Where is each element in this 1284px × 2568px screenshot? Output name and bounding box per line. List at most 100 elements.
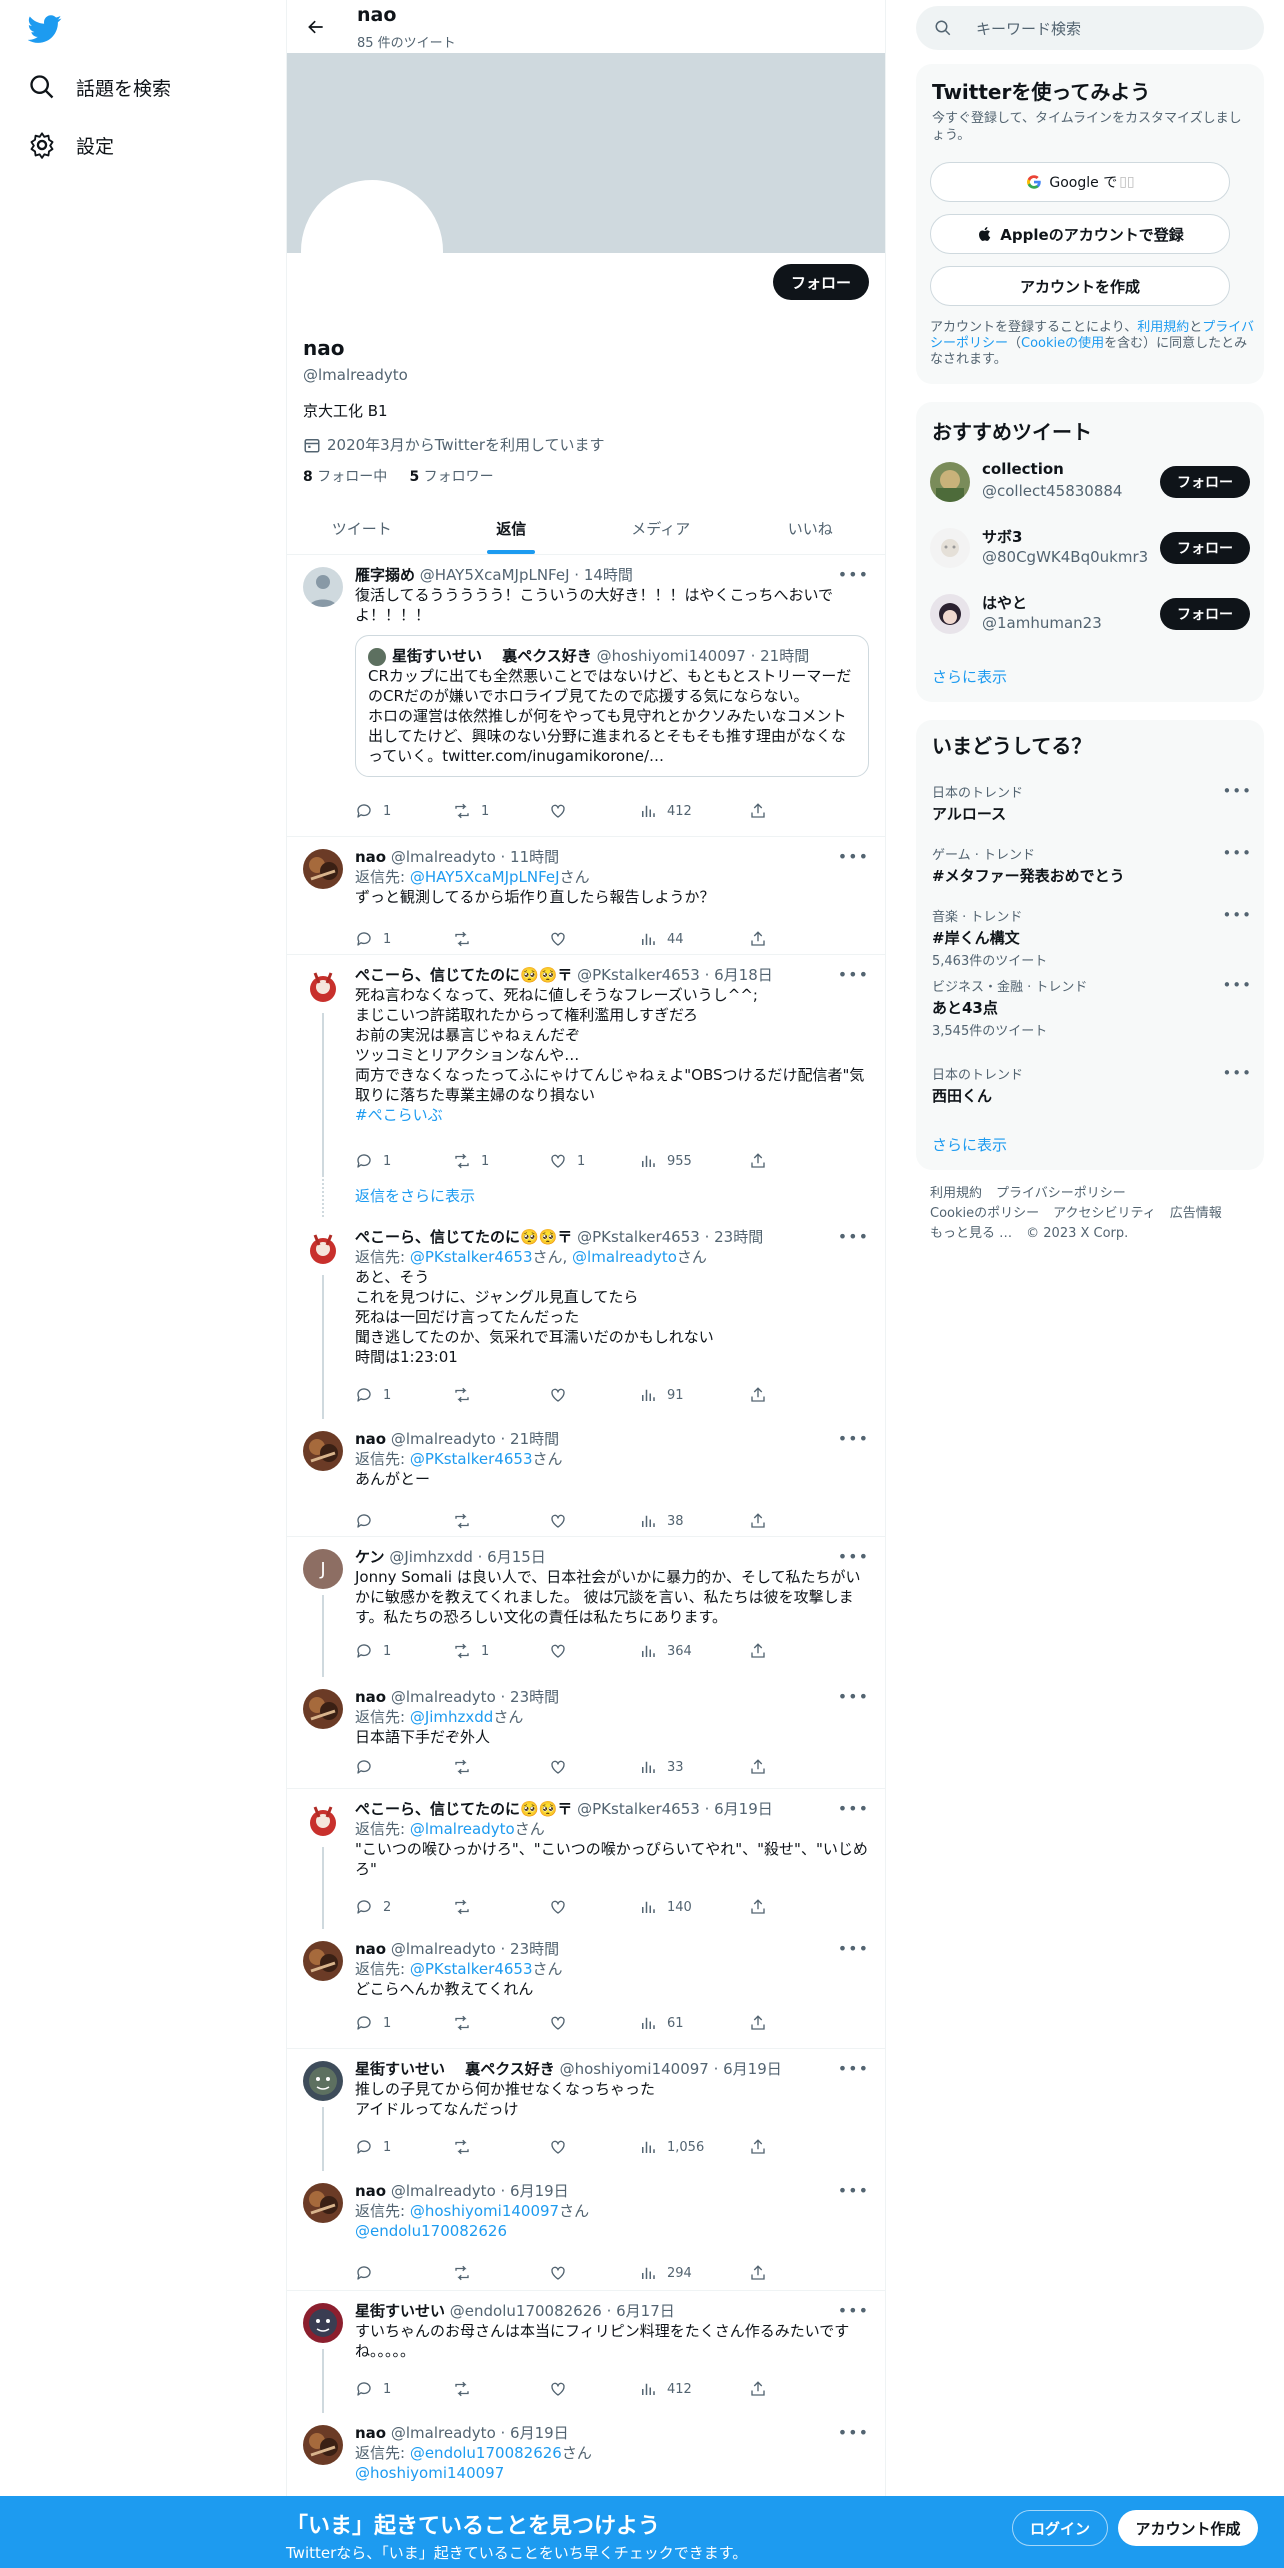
like-button[interactable]: [549, 801, 639, 821]
views-button[interactable]: 364: [639, 1641, 749, 1661]
footer-terms-link[interactable]: 利用規約: [930, 1186, 982, 1201]
twitter-logo-icon[interactable]: [27, 12, 62, 46]
reply-button[interactable]: 1: [355, 2137, 453, 2157]
retweet-button[interactable]: 1: [453, 1641, 549, 1661]
reply-to-link[interactable]: @endolu170082626: [410, 2444, 562, 2462]
tab-tweets[interactable]: ツイート: [287, 502, 437, 554]
views-button[interactable]: 412: [639, 2379, 749, 2399]
retweet-button[interactable]: [453, 2263, 549, 2283]
share-button[interactable]: [749, 1385, 777, 1405]
avatar[interactable]: [303, 2061, 343, 2101]
following-link[interactable]: 8 フォロー中: [303, 469, 387, 485]
share-button[interactable]: [749, 1511, 777, 1531]
reply-to-link[interactable]: @lmalreadyto: [572, 1248, 677, 1266]
avatar[interactable]: [303, 967, 343, 1007]
retweet-button[interactable]: [453, 1511, 549, 1531]
share-button[interactable]: [749, 1897, 777, 1917]
reply-button[interactable]: 2: [355, 1897, 453, 1917]
more-options-icon[interactable]: •••: [1222, 782, 1252, 800]
show-more-replies[interactable]: 返信をさらに表示: [287, 1175, 885, 1217]
footer-accessibility-link[interactable]: アクセシビリティ: [1053, 1206, 1156, 1221]
followers-link[interactable]: 5 フォロワー: [409, 469, 493, 485]
follow-button[interactable]: フォロー: [1160, 598, 1250, 630]
author-name[interactable]: ぺこーら、信じてたのに🥺🥺〒: [355, 966, 572, 984]
who-to-follow-show-more[interactable]: さらに表示: [932, 666, 1007, 687]
tab-replies[interactable]: 返信: [437, 502, 587, 554]
reply-button[interactable]: 1: [355, 2379, 453, 2399]
search-input[interactable]: キーワード検索: [916, 6, 1264, 50]
cookie-link[interactable]: Cookieの使用: [1021, 336, 1104, 351]
author-name[interactable]: 星街すいせい 裏ペクス好き: [355, 2060, 555, 2078]
quote-tweet[interactable]: 星街すいせい 裏ペクス好き @hoshiyomi140097 · 21時間 CRカ…: [355, 635, 869, 777]
avatar[interactable]: [303, 1801, 343, 1841]
author-meta[interactable]: @PKstalker4653 · 23時間: [577, 1228, 763, 1246]
reply-to-link[interactable]: @endolu170082626: [355, 2221, 869, 2241]
tweet[interactable]: J ••• ケン @Jimhzxdd · 6月15日 Jonny Somali は良い…: [287, 1537, 885, 1677]
show-more-replies-link[interactable]: 返信をさらに表示: [355, 1185, 475, 1206]
author-name[interactable]: nao: [355, 848, 386, 866]
author-name[interactable]: nao: [355, 2182, 386, 2200]
follow-button[interactable]: フォロー: [1160, 466, 1250, 498]
author-name[interactable]: 雁字搦め: [355, 566, 415, 584]
hashtag-link[interactable]: #ぺこらいぶ: [355, 1105, 869, 1125]
author-name[interactable]: 星街すいせい: [355, 2302, 445, 2320]
more-options-icon[interactable]: •••: [1222, 976, 1252, 994]
reply-to-link[interactable]: @PKstalker4653: [410, 1248, 533, 1266]
reply-to-link[interactable]: @PKstalker4653: [410, 1450, 533, 1468]
reply-button[interactable]: 1: [355, 1151, 453, 1171]
reply-button[interactable]: 1: [355, 1385, 453, 1405]
share-button[interactable]: [749, 1641, 777, 1661]
reply-button[interactable]: [355, 1757, 453, 1777]
like-button[interactable]: [549, 1641, 639, 1661]
like-button[interactable]: [549, 2263, 639, 2283]
terms-link[interactable]: 利用規約: [1137, 320, 1189, 335]
more-options-icon[interactable]: •••: [1222, 906, 1252, 924]
views-button[interactable]: 38: [639, 1511, 749, 1531]
like-button[interactable]: [549, 1897, 639, 1917]
views-button[interactable]: 44: [639, 929, 749, 949]
retweet-button[interactable]: 1: [453, 1151, 549, 1171]
author-meta[interactable]: @lmalreadyto · 11時間: [391, 848, 559, 866]
nav-settings[interactable]: 設定: [28, 125, 114, 165]
tweet[interactable]: ••• ぺこーら、信じてたのに🥺🥺〒 @PKstalker4653 · 6月19日…: [287, 1789, 885, 1929]
trend-item[interactable]: ゲーム · トレンド #メタファー発表おめでとう •••: [932, 844, 1252, 886]
like-button[interactable]: 1: [549, 1151, 639, 1171]
author-meta[interactable]: @lmalreadyto · 23時間: [391, 1940, 559, 1958]
reply-button[interactable]: 1: [355, 1641, 453, 1661]
views-button[interactable]: 1,056: [639, 2137, 749, 2157]
views-button[interactable]: 955: [639, 1151, 749, 1171]
avatar[interactable]: [303, 2425, 343, 2465]
tab-media[interactable]: メディア: [586, 502, 736, 554]
tweet[interactable]: ••• ぺこーら、信じてたのに🥺🥺〒 @PKstalker4653 · 23時間返…: [287, 1217, 885, 1419]
retweet-button[interactable]: [453, 1897, 549, 1917]
retweet-button[interactable]: [453, 2379, 549, 2399]
google-signup-button[interactable]: Google で ▯▯: [930, 162, 1230, 202]
author-meta[interactable]: @Jimhzxdd · 6月15日: [389, 1548, 545, 1566]
share-button[interactable]: [749, 2379, 777, 2399]
like-button[interactable]: [549, 2379, 639, 2399]
author-meta[interactable]: @lmalreadyto · 21時間: [391, 1430, 559, 1448]
avatar[interactable]: [303, 1941, 343, 1981]
like-button[interactable]: [549, 1385, 639, 1405]
reply-button[interactable]: 1: [355, 801, 453, 821]
footer-privacy-link[interactable]: プライバシーポリシー: [996, 1186, 1126, 1201]
avatar[interactable]: [303, 567, 343, 607]
trend-item[interactable]: 音楽 · トレンド #岸くん構文 5,463件のツイート •••: [932, 906, 1252, 969]
reply-to-link[interactable]: @lmalreadyto: [410, 1820, 515, 1838]
like-button[interactable]: [549, 2137, 639, 2157]
author-meta[interactable]: @lmalreadyto · 6月19日: [391, 2182, 569, 2200]
author-name[interactable]: nao: [355, 2424, 386, 2442]
reply-to-link[interactable]: @PKstalker4653: [410, 1960, 533, 1978]
share-button[interactable]: [749, 2263, 777, 2283]
tweet[interactable]: ••• nao @lmalreadyto · 23時間 返信先: @Jimhzxdd…: [287, 1677, 885, 1789]
tab-likes[interactable]: いいね: [736, 502, 886, 554]
avatar[interactable]: [303, 849, 343, 889]
views-button[interactable]: 91: [639, 1385, 749, 1405]
follow-button[interactable]: フォロー: [773, 264, 869, 300]
views-button[interactable]: 61: [639, 2013, 749, 2033]
tweet[interactable]: ••• nao @lmalreadyto · 11時間 返信先: @HAY5XcaM…: [287, 837, 885, 955]
tweet[interactable]: ••• 雁字搦め @HAY5XcaMJpLNFeJ · 14時間 復活してるうううう…: [287, 555, 885, 837]
like-button[interactable]: [549, 1757, 639, 1777]
avatar[interactable]: J: [303, 1549, 343, 1589]
author-name[interactable]: ケン: [355, 1548, 385, 1566]
